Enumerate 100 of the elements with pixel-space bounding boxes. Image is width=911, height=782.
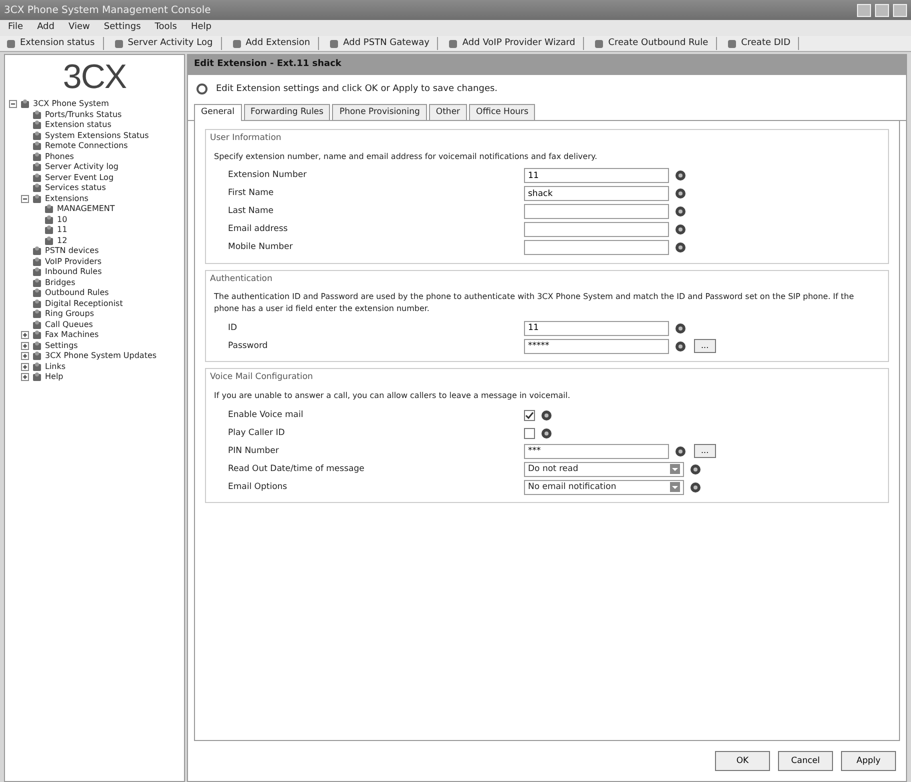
tree-item[interactable]: Extensions — [45, 192, 88, 205]
checkbox[interactable] — [524, 410, 535, 420]
tree-item[interactable]: Phones — [45, 150, 74, 163]
toolbar-button[interactable]: Add VoIP Provider Wizard — [462, 36, 576, 50]
input-field[interactable] — [524, 222, 669, 237]
tree-item[interactable]: Bridges — [45, 276, 76, 289]
dropdown[interactable]: Do not read — [524, 462, 684, 476]
dropdown[interactable]: No email notification — [524, 480, 684, 494]
tree-item[interactable]: 10 — [57, 214, 68, 226]
help-icon — [541, 410, 552, 420]
toolbar-button[interactable]: Create Outbound Rule — [608, 36, 708, 50]
tree-item[interactable]: Digital Receptionist — [45, 298, 123, 310]
tab[interactable]: Forwarding Rules — [244, 104, 330, 120]
input-field[interactable] — [524, 204, 669, 219]
input-field[interactable]: 11 — [524, 168, 669, 183]
tree-node-icon — [32, 110, 42, 120]
menu-item[interactable]: View — [68, 21, 90, 35]
tree-item[interactable]: Services status — [45, 182, 106, 194]
expander-icon[interactable] — [21, 373, 29, 382]
tree-item[interactable]: Call Queues — [45, 318, 93, 331]
tree-item[interactable]: MANAGEMENT — [57, 203, 115, 216]
tree-item[interactable]: PSTN devices — [45, 245, 99, 258]
expander-icon[interactable] — [21, 342, 29, 350]
toolbar-button[interactable]: Add Extension — [246, 36, 310, 50]
tree-item[interactable]: Ring Groups — [45, 308, 94, 320]
caret-icon — [670, 464, 680, 474]
tab[interactable]: Phone Provisioning — [332, 104, 427, 120]
toolbar-icon — [727, 38, 738, 48]
section-title: User Information — [210, 132, 282, 144]
menu-item[interactable]: File — [8, 21, 24, 35]
logo: 3CX — [62, 57, 128, 98]
menu-item[interactable]: Help — [190, 21, 212, 35]
toolbar-icon — [114, 38, 124, 48]
tree-node-icon — [44, 225, 54, 236]
tree-item[interactable]: Server Event Log — [45, 172, 114, 184]
tree-node-icon — [32, 320, 42, 330]
menu-item[interactable]: Add — [37, 21, 54, 35]
tree-item[interactable]: Settings — [45, 340, 78, 352]
expander-icon[interactable] — [9, 100, 17, 108]
tree-item[interactable]: 11 — [57, 224, 68, 236]
tree-item[interactable]: Ports/Trunks Status — [45, 108, 122, 121]
menu-item[interactable]: Tools — [154, 21, 177, 35]
browse-button[interactable]: ... — [694, 339, 716, 354]
tree-item[interactable]: Fax Machines — [45, 329, 99, 342]
tree-node-icon — [32, 278, 42, 288]
tree-node-icon — [32, 362, 42, 372]
expander-icon[interactable] — [21, 331, 29, 340]
tree-node-icon — [32, 152, 42, 162]
tree-item[interactable]: Help — [45, 371, 64, 384]
tree-node-icon — [44, 204, 54, 214]
tree-node-icon — [32, 194, 42, 204]
hint-text: Edit Extension settings and click OK or Apply to save changes. — [216, 82, 498, 96]
toolbar-button[interactable]: Add PSTN Gateway — [343, 36, 430, 50]
minimize-button[interactable] — [857, 4, 871, 16]
tree-item[interactable]: 3CX Phone System Updates — [45, 350, 157, 362]
tree-item[interactable]: System Extensions Status — [45, 130, 149, 142]
help-icon — [675, 446, 686, 456]
dialog-button[interactable]: Apply — [841, 751, 896, 771]
menu-item[interactable]: Settings — [104, 21, 141, 35]
input-field[interactable]: shack — [524, 186, 669, 201]
close-button[interactable] — [893, 4, 907, 16]
maximize-button[interactable] — [875, 4, 889, 16]
tree-item[interactable]: Server Activity log — [45, 161, 118, 174]
dialog-button[interactable]: OK — [715, 751, 770, 771]
help-icon — [541, 428, 552, 438]
tree-node-icon — [32, 141, 42, 152]
section-description: If you are unable to answer a call, you can allow callers to leave a message in voicemail. — [214, 390, 572, 402]
expander-icon[interactable] — [21, 352, 29, 360]
field-label: Email Options — [227, 480, 288, 494]
help-icon — [675, 206, 686, 217]
toolbar-button[interactable]: Create DID — [741, 36, 790, 50]
tab[interactable]: Office Hours — [469, 104, 536, 120]
toolbar-button[interactable]: Server Activity Log — [128, 36, 213, 50]
browse-button[interactable]: ... — [694, 444, 716, 458]
tree-item[interactable]: Inbound Rules — [45, 266, 102, 278]
tree-node-icon — [32, 183, 42, 194]
input-field[interactable]: ***** — [524, 338, 669, 354]
tab[interactable]: General — [194, 104, 242, 121]
section-title: Voice Mail Configuration — [210, 371, 314, 384]
expander-icon[interactable] — [21, 194, 29, 203]
tree-item[interactable]: Extension status — [45, 119, 112, 132]
field-label: Extension Number — [227, 169, 308, 182]
help-icon — [690, 464, 701, 474]
tree-item[interactable]: Links — [45, 360, 66, 373]
toolbar-button[interactable]: Extension status — [20, 36, 95, 50]
section-title: Authentication — [210, 272, 274, 286]
input-field[interactable] — [524, 240, 669, 255]
checkbox[interactable] — [524, 428, 535, 438]
tree-item[interactable]: VoIP Providers — [45, 256, 102, 268]
input-field[interactable]: 11 — [524, 320, 669, 336]
tree-item[interactable]: Outbound Rules — [45, 287, 109, 300]
tab[interactable]: Other — [428, 104, 468, 120]
dialog-button[interactable]: Cancel — [778, 751, 833, 771]
expander-icon[interactable] — [21, 362, 29, 371]
help-icon — [675, 322, 686, 334]
field-label: Password — [227, 340, 269, 353]
tree-item[interactable]: 12 — [57, 234, 68, 247]
tree-item[interactable]: 3CX Phone System — [33, 98, 109, 110]
input-field[interactable]: *** — [524, 444, 669, 458]
tree-item[interactable]: Remote Connections — [45, 140, 128, 152]
